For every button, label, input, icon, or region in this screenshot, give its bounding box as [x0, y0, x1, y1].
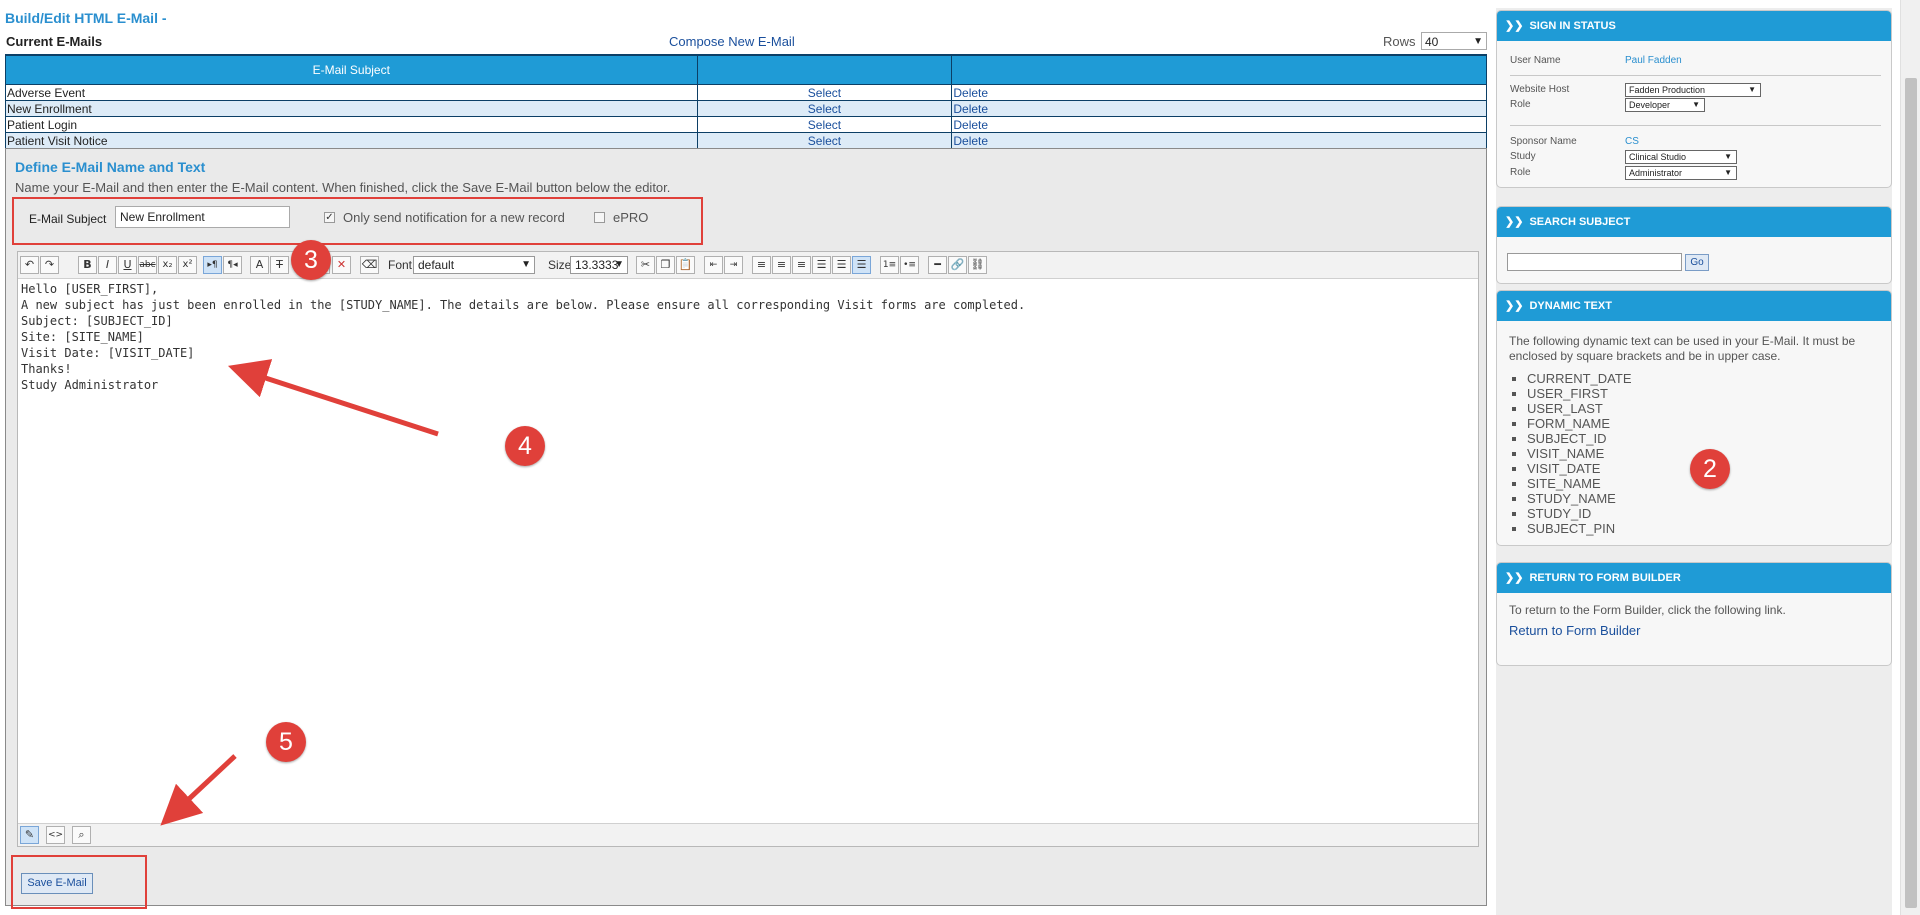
sign-in-status-title: SIGN IN STATUS [1529, 20, 1616, 32]
website-host-label: Website Host [1510, 84, 1570, 95]
return-form-builder-text: To return to the Form Builder, click the… [1509, 603, 1786, 617]
list-item: VISIT_DATE [1527, 461, 1632, 476]
study-select[interactable]: Clinical Studio ▼ [1625, 150, 1737, 164]
website-host-value: Fadden Production [1629, 85, 1706, 95]
list-item: STUDY_ID [1527, 506, 1632, 521]
divider [1510, 75, 1881, 76]
double-chevron-icon: ❯❯ [1505, 216, 1524, 228]
callout-badge-2: 2 [1690, 449, 1730, 489]
divider [1510, 125, 1881, 126]
role2-label: Role [1510, 167, 1531, 178]
return-form-builder-panel: ❯❯ RETURN TO FORM BUILDER To return to th… [1496, 562, 1892, 666]
search-subject-header: ❯❯ SEARCH SUBJECT [1497, 207, 1891, 237]
study-value: Clinical Studio [1629, 152, 1687, 162]
search-subject-panel: ❯❯ SEARCH SUBJECT Go [1496, 206, 1892, 284]
website-host-select[interactable]: Fadden Production ▼ [1625, 83, 1761, 97]
main-area: Build/Edit HTML E-Mail - Current E-Mails… [0, 0, 1490, 915]
list-item: USER_FIRST [1527, 386, 1632, 401]
study-label: Study [1510, 151, 1536, 162]
role-value: Developer [1629, 100, 1671, 110]
sponsor-name-value: CS [1625, 136, 1639, 147]
dynamic-text-header: ❯❯ DYNAMIC TEXT [1497, 291, 1891, 321]
dynamic-text-intro: The following dynamic text can be used i… [1509, 334, 1856, 363]
sidebar: ❯❯ SIGN IN STATUS User Name Paul Fadden W… [1496, 8, 1892, 915]
list-item: FORM_NAME [1527, 416, 1632, 431]
list-item: SUBJECT_PIN [1527, 521, 1632, 536]
list-item: SITE_NAME [1527, 476, 1632, 491]
sponsor-name-label: Sponsor Name [1510, 136, 1577, 147]
chevron-down-icon: ▼ [1724, 152, 1732, 161]
user-name-label: User Name [1510, 55, 1561, 66]
list-item: STUDY_NAME [1527, 491, 1632, 506]
return-form-builder-title: RETURN TO FORM BUILDER [1529, 572, 1681, 584]
user-name-value: Paul Fadden [1625, 55, 1682, 66]
role2-value: Administrator [1629, 168, 1683, 178]
role2-select[interactable]: Administrator ▼ [1625, 166, 1737, 180]
page-scrollbar[interactable] [1900, 0, 1920, 915]
callout-badge-4: 4 [505, 426, 545, 466]
arrow-to-editor [227, 359, 439, 437]
scrollbar-thumb[interactable] [1905, 78, 1917, 908]
double-chevron-icon: ❯❯ [1505, 300, 1524, 312]
search-go-button[interactable]: Go [1685, 254, 1709, 271]
dynamic-text-panel: ❯❯ DYNAMIC TEXT The following dynamic tex… [1496, 290, 1892, 546]
dynamic-text-title: DYNAMIC TEXT [1529, 300, 1612, 312]
dynamic-text-list: CURRENT_DATE USER_FIRST USER_LAST FORM_N… [1509, 371, 1632, 536]
list-item: USER_LAST [1527, 401, 1632, 416]
return-form-builder-link[interactable]: Return to Form Builder [1509, 623, 1641, 638]
callout-badge-3: 3 [291, 240, 331, 280]
list-item: VISIT_NAME [1527, 446, 1632, 461]
search-subject-input[interactable] [1507, 253, 1682, 271]
role-select[interactable]: Developer ▼ [1625, 98, 1705, 112]
annotation-arrows [160, 359, 439, 826]
double-chevron-icon: ❯❯ [1505, 20, 1524, 32]
search-subject-title: SEARCH SUBJECT [1529, 216, 1631, 228]
list-item: CURRENT_DATE [1527, 371, 1632, 386]
chevron-down-icon: ▼ [1748, 85, 1756, 94]
chevron-down-icon: ▼ [1724, 168, 1732, 177]
list-item: SUBJECT_ID [1527, 431, 1632, 446]
double-chevron-icon: ❯❯ [1505, 572, 1524, 584]
callout-badge-5: 5 [266, 722, 306, 762]
arrow-to-save [160, 754, 237, 826]
sign-in-status-header: ❯❯ SIGN IN STATUS [1497, 11, 1891, 41]
return-form-builder-header: ❯❯ RETURN TO FORM BUILDER [1497, 563, 1891, 593]
chevron-down-icon: ▼ [1692, 100, 1700, 109]
role-label: Role [1510, 99, 1531, 110]
sign-in-status-panel: ❯❯ SIGN IN STATUS User Name Paul Fadden W… [1496, 10, 1892, 188]
